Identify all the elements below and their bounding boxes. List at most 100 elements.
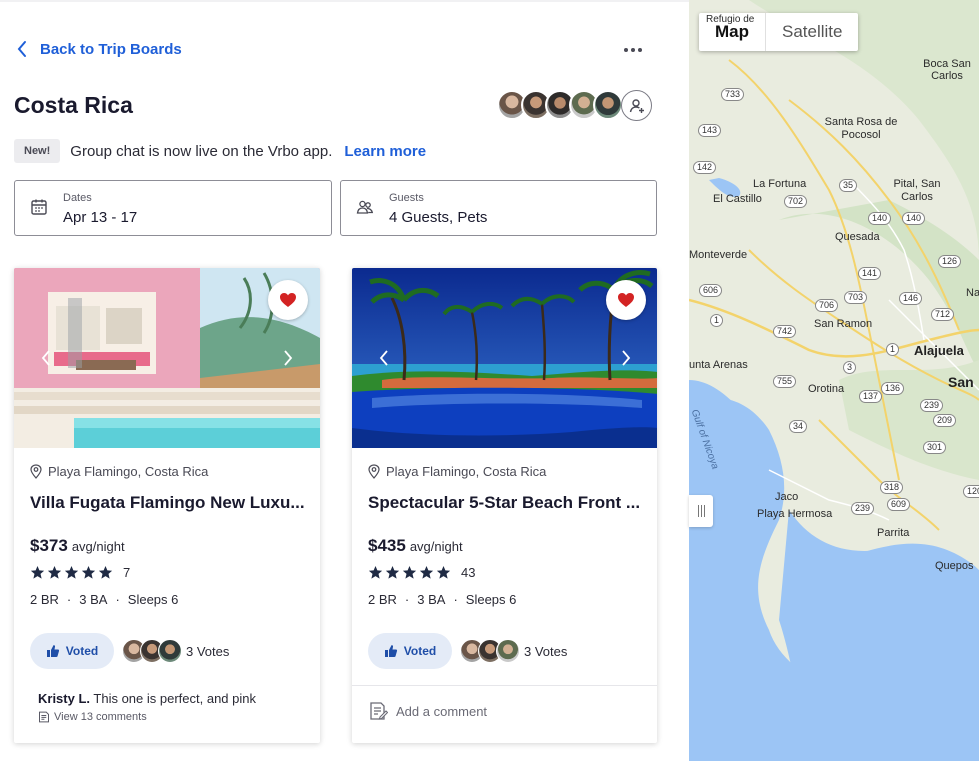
chevron-left-icon [41, 350, 50, 366]
route-marker: 239 [851, 502, 875, 515]
listing-photo[interactable] [14, 268, 320, 448]
star-icon [64, 565, 79, 579]
bedrooms: 2 BR [368, 592, 397, 607]
board-members[interactable] [497, 90, 652, 122]
map-place-label: La Fortuna [753, 178, 807, 190]
voted-label: Voted [65, 644, 99, 658]
back-to-trip-boards-link[interactable]: Back to Trip Boards [16, 40, 182, 58]
route-marker: 141 [858, 267, 882, 280]
view-comments-link[interactable]: View 13 comments [38, 711, 147, 723]
previous-photo-button[interactable] [372, 346, 396, 370]
route-marker: 1 [886, 343, 900, 356]
route-marker: 239 [920, 399, 944, 412]
sleeps: Sleeps 6 [465, 592, 517, 607]
voted-button[interactable]: Voted [30, 633, 114, 669]
vote-count: 3 Votes [524, 644, 568, 659]
map-place-label: Boca San Carlos [923, 58, 971, 82]
next-photo-button[interactable] [276, 346, 300, 370]
listing-name[interactable]: Spectacular 5-Star Beach Front ... [368, 493, 644, 513]
announcement-banner: New! Group chat is now live on the Vrbo … [14, 139, 426, 163]
location-pin-icon [30, 464, 42, 479]
map-canvas[interactable] [689, 0, 979, 761]
star-icon [419, 565, 434, 579]
heart-icon [280, 293, 296, 307]
price-value: $373 [30, 536, 68, 555]
drag-handle-icon[interactable] [689, 495, 713, 527]
route-marker: 136 [881, 382, 905, 395]
review-count: 43 [461, 565, 476, 580]
save-heart-button[interactable] [606, 280, 646, 320]
map-place-label: Orotina [808, 383, 845, 395]
avatar[interactable] [593, 90, 623, 120]
more-options-icon[interactable] [620, 40, 646, 60]
latest-comment: Kristy L. This one is perfect, and pink [38, 691, 256, 706]
star-icon [385, 565, 400, 579]
thumbs-up-icon [46, 645, 59, 657]
route-marker: 142 [693, 161, 717, 174]
add-comment-button[interactable]: Add a comment [368, 701, 487, 721]
guests-field[interactable]: Guests 4 Guests, Pets [340, 180, 657, 236]
previous-photo-button[interactable] [34, 346, 58, 370]
top-divider [0, 0, 689, 2]
map-place-label: Pital, San Carlos [893, 178, 941, 203]
map-place-label: San [948, 374, 974, 390]
save-heart-button[interactable] [268, 280, 308, 320]
trip-board-panel: Back to Trip Boards Costa Rica New! Grou… [0, 0, 689, 761]
next-photo-button[interactable] [614, 346, 638, 370]
location-text: Playa Flamingo, Costa Rica [48, 464, 209, 479]
route-marker: 755 [773, 375, 797, 388]
route-marker: 137 [859, 390, 883, 403]
route-marker: 35 [839, 179, 858, 192]
view-comments-label: View 13 comments [54, 711, 147, 723]
route-marker: 146 [899, 292, 923, 305]
card-divider [352, 685, 657, 686]
listing-details: 2 BR · 3 BA · Sleeps 6 [368, 592, 517, 607]
listing-photo[interactable] [352, 268, 657, 448]
dates-value: Apr 13 - 17 [63, 209, 138, 226]
price-unit: avg/night [71, 539, 125, 554]
map-place-label: Parrita [877, 527, 910, 539]
listing-details: 2 BR · 3 BA · Sleeps 6 [30, 592, 179, 607]
route-marker: 606 [699, 284, 723, 297]
star-icon [30, 565, 45, 579]
route-marker: 712 [931, 308, 955, 321]
listing-card[interactable]: Playa Flamingo, Costa Rica Spectacular 5… [352, 268, 657, 743]
listing-card[interactable]: Playa Flamingo, Costa Rica Villa Fugata … [14, 268, 320, 743]
dates-field[interactable]: Dates Apr 13 - 17 [14, 180, 332, 236]
add-person-button[interactable] [621, 90, 652, 121]
add-person-icon [629, 98, 644, 113]
star-rating [368, 565, 451, 580]
chevron-left-icon [379, 350, 388, 366]
map-panel[interactable]: Map Satellite Refugio de Boca San Carlos… [689, 0, 979, 761]
route-marker: 318 [880, 481, 904, 494]
listing-rating: 7 [30, 565, 130, 580]
map-place-label: El Castillo [713, 193, 762, 205]
dates-label: Dates [63, 192, 92, 204]
map-place-label: Jaco [775, 491, 799, 503]
comment-author: Kristy L. [38, 691, 91, 706]
listing-name[interactable]: Villa Fugata Flamingo New Luxu... [30, 493, 306, 513]
review-count: 7 [123, 565, 131, 580]
route-marker: 1 [710, 314, 724, 327]
baths: 3 BA [417, 592, 446, 607]
satellite-tab[interactable]: Satellite [766, 13, 858, 51]
price-unit: avg/night [409, 539, 463, 554]
voter-avatars [122, 639, 182, 663]
listing-location: Playa Flamingo, Costa Rica [30, 464, 208, 479]
map-place-label: Quesada [835, 231, 880, 243]
avatar [158, 639, 182, 663]
listing-rating: 43 [368, 565, 475, 580]
route-marker: 301 [923, 441, 947, 454]
route-marker: 706 [815, 299, 839, 312]
star-icon [402, 565, 417, 579]
page-title: Costa Rica [14, 92, 133, 118]
voted-button[interactable]: Voted [368, 633, 452, 669]
comment-text: This one is perfect, and pink [93, 691, 256, 706]
learn-more-link[interactable]: Learn more [344, 143, 426, 160]
map-place-label: Playa Hermosa [757, 508, 833, 520]
map-place-label: unta Arenas [689, 359, 748, 371]
guests-value: 4 Guests, Pets [389, 209, 488, 226]
route-marker: 742 [773, 325, 797, 338]
voter-avatars [460, 639, 520, 663]
listing-price: $435 avg/night [368, 536, 463, 556]
